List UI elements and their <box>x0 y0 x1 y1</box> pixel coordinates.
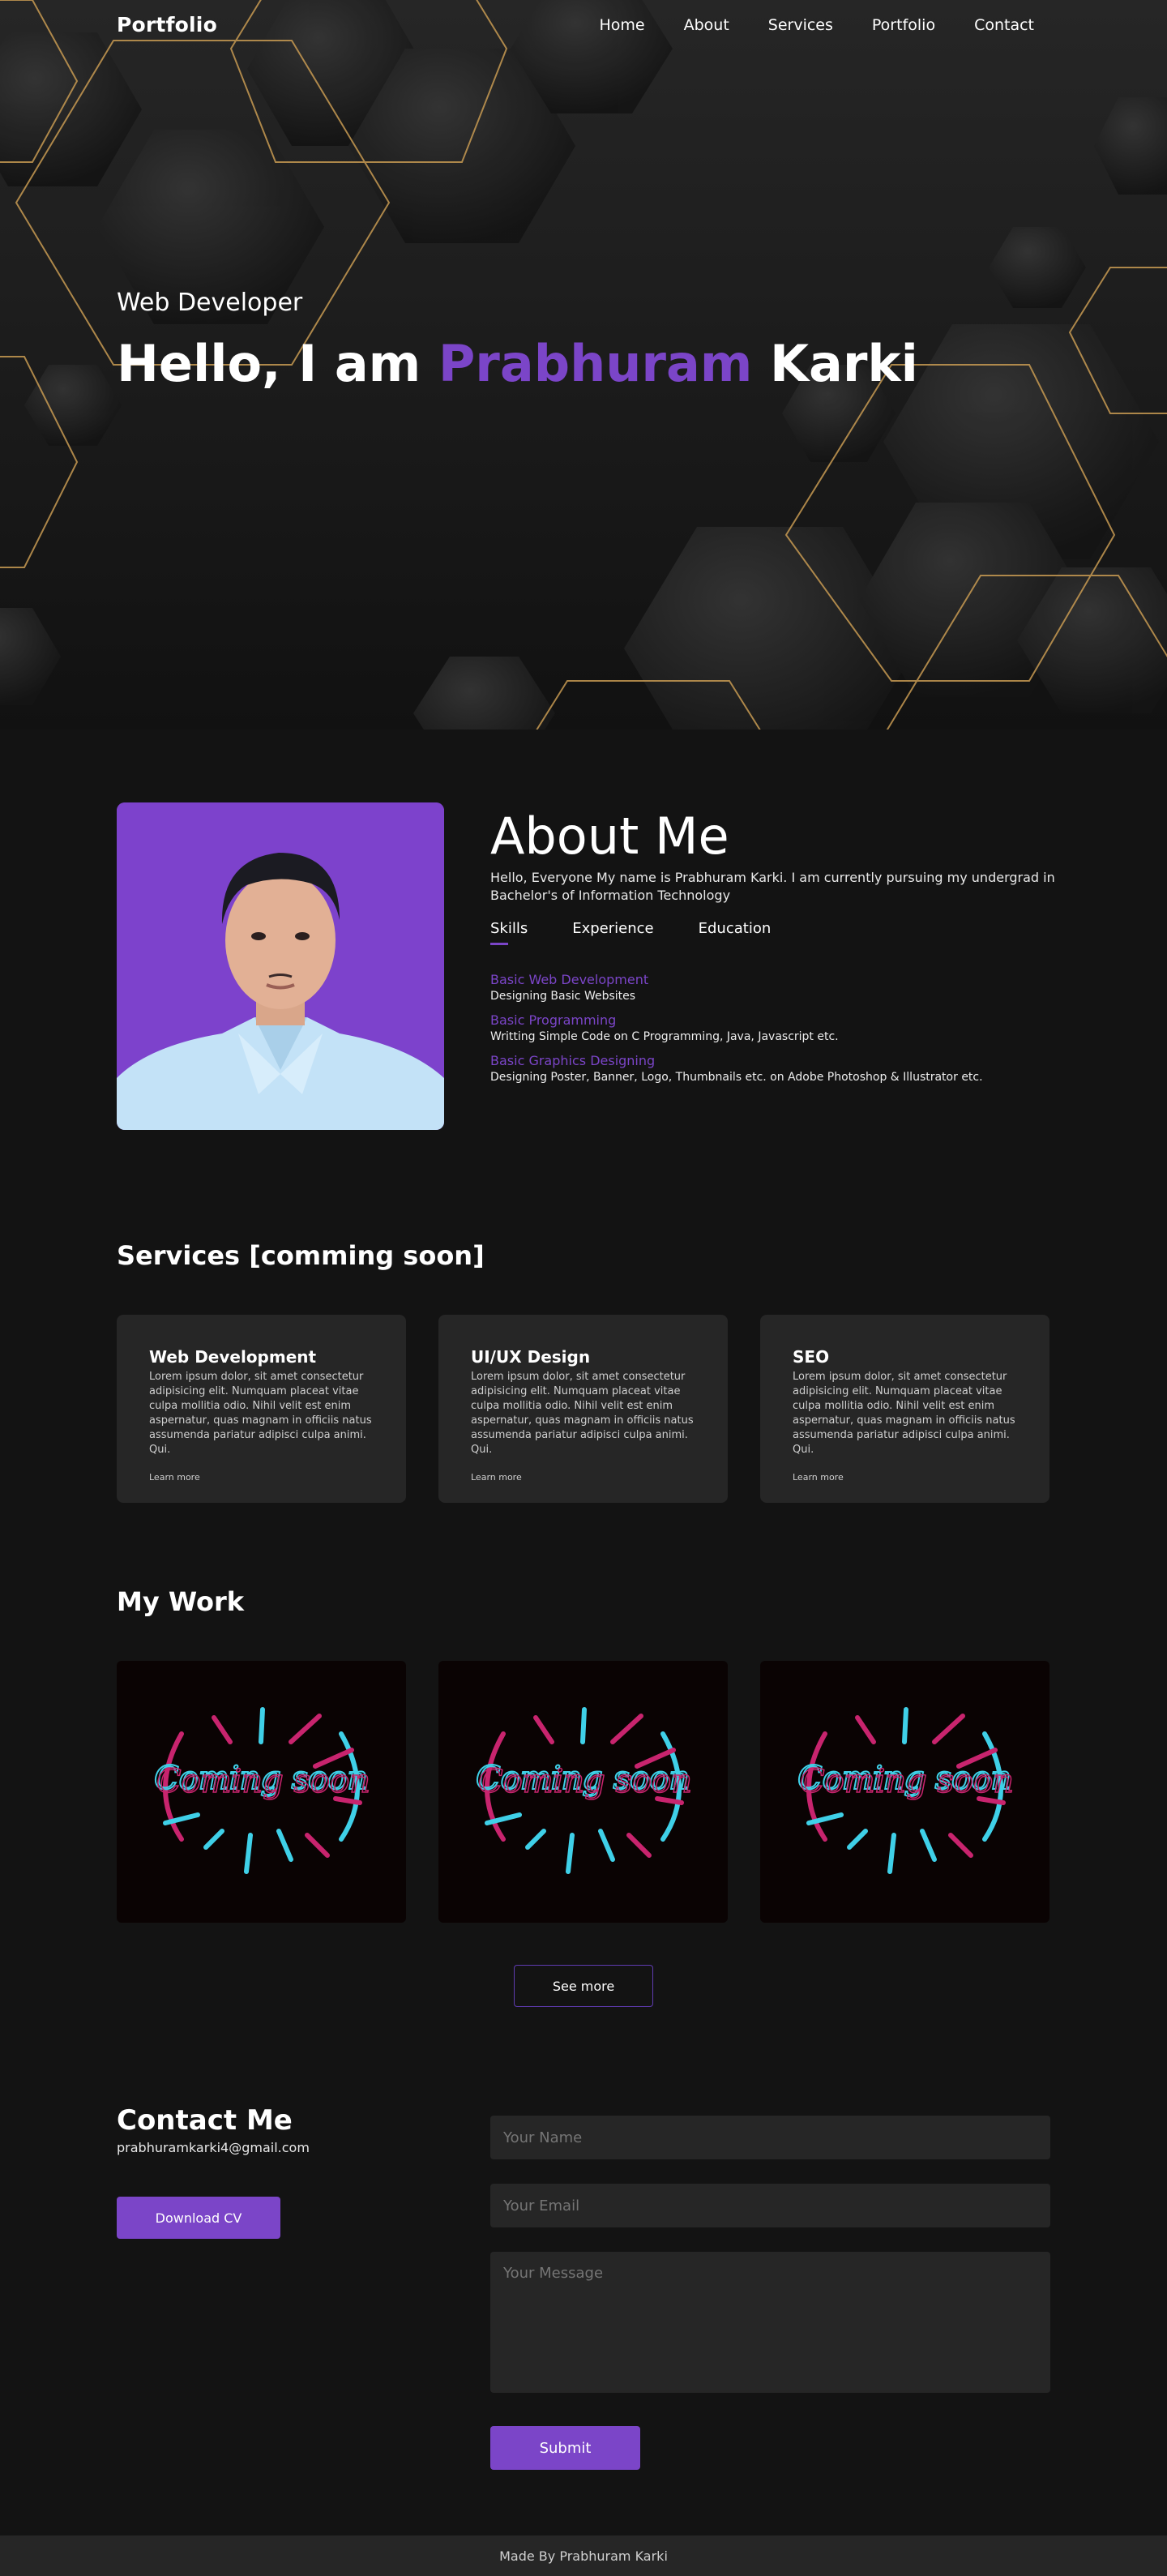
coming-soon-neon-image: Coming soon Coming soon <box>797 1707 1015 1874</box>
coming-soon-text-shadow: Coming soon <box>800 1763 1014 1800</box>
nav-item-portfolio[interactable]: Portfolio <box>872 16 935 34</box>
hero-headline: Hello, I am Prabhuram Karki <box>117 334 918 393</box>
service-description: Lorem ipsum dolor, sit amet consectetur … <box>793 1371 1015 1456</box>
message-textarea[interactable] <box>490 2252 1050 2393</box>
name-input[interactable] <box>490 2116 1050 2159</box>
headline-suffix: Karki <box>752 334 918 393</box>
headline-accent-name: Prabhuram <box>438 334 753 393</box>
profile-photo <box>117 802 444 1130</box>
services-title: Services [comming soon] <box>117 1240 485 1271</box>
top-navigation: Portfolio Home About Services Portfolio … <box>0 0 1167 52</box>
nav-item-services[interactable]: Services <box>768 16 833 34</box>
hero-section: Portfolio Home About Services Portfolio … <box>0 0 1167 730</box>
see-more-button[interactable]: See more <box>514 1965 653 2007</box>
tab-experience[interactable]: Experience <box>572 920 653 937</box>
skill-item: Basic Web Development Designing Basic We… <box>490 971 1139 1003</box>
coming-soon-text-shadow: Coming soon <box>156 1763 370 1800</box>
download-cv-button[interactable]: Download CV <box>117 2197 280 2239</box>
service-card-ui-ux-design: UI/UX Design Lorem ipsum dolor, sit amet… <box>438 1315 728 1503</box>
site-logo[interactable]: Portfolio <box>117 13 217 36</box>
nav-item-home[interactable]: Home <box>599 16 644 34</box>
tab-education[interactable]: Education <box>699 920 772 937</box>
services-cards: Web Development Lorem ipsum dolor, sit a… <box>117 1315 1049 1503</box>
service-description: Lorem ipsum dolor, sit amet consectetur … <box>471 1371 694 1456</box>
contact-email[interactable]: prabhuramkarki4@gmail.com <box>117 2140 310 2155</box>
skill-item: Basic Programming Writting Simple Code o… <box>490 1012 1139 1044</box>
learn-more-link[interactable]: Learn more <box>793 1472 844 1483</box>
nav-item-about[interactable]: About <box>684 16 729 34</box>
nav-item-contact[interactable]: Contact <box>974 16 1034 34</box>
skill-description: Writting Simple Code on C Programming, J… <box>490 1030 839 1043</box>
footer-text: Made By Prabhuram Karki <box>499 2548 668 2564</box>
learn-more-link[interactable]: Learn more <box>149 1472 200 1483</box>
service-card-web-development: Web Development Lorem ipsum dolor, sit a… <box>117 1315 406 1503</box>
page: Portfolio Home About Services Portfolio … <box>0 0 1167 2576</box>
skill-title: Basic Programming <box>490 1012 617 1028</box>
contact-title: Contact Me <box>117 2104 293 2137</box>
coming-soon-text-shadow: Coming soon <box>478 1763 692 1800</box>
coming-soon-neon-image: Coming soon Coming soon <box>475 1707 693 1874</box>
nav-menu: Home About Services Portfolio Contact <box>560 16 1034 34</box>
service-title: UI/UX Design <box>471 1347 591 1367</box>
learn-more-link[interactable]: Learn more <box>471 1472 522 1483</box>
footer: Made By Prabhuram Karki <box>0 2535 1167 2576</box>
work-item[interactable]: Coming soon Coming soon <box>117 1661 406 1923</box>
skill-title: Basic Graphics Designing <box>490 1053 656 1068</box>
work-item[interactable]: Coming soon Coming soon <box>760 1661 1049 1923</box>
service-title: Web Development <box>149 1347 317 1367</box>
about-title: About Me <box>490 807 729 866</box>
service-title: SEO <box>793 1347 830 1367</box>
email-input[interactable] <box>490 2184 1050 2227</box>
skills-list: Basic Web Development Designing Basic We… <box>490 971 1139 1093</box>
skill-item: Basic Graphics Designing Designing Poste… <box>490 1052 1139 1085</box>
skill-description: Designing Poster, Banner, Logo, Thumbnai… <box>490 1071 983 1084</box>
headline-prefix: Hello, I am <box>117 334 438 393</box>
work-gallery: Coming soon Coming soon Coming soon Comi… <box>117 1661 1049 1923</box>
about-tabs: Skills Experience Education <box>490 920 815 945</box>
skill-title: Basic Web Development <box>490 972 649 987</box>
skill-description: Designing Basic Websites <box>490 990 636 1003</box>
profile-portrait <box>117 802 444 1130</box>
service-description: Lorem ipsum dolor, sit amet consectetur … <box>149 1371 372 1456</box>
service-card-seo: SEO Lorem ipsum dolor, sit amet consecte… <box>760 1315 1049 1503</box>
hero-subtitle: Web Developer <box>117 289 303 317</box>
submit-button[interactable]: Submit <box>490 2426 640 2470</box>
tab-skills[interactable]: Skills <box>490 920 528 945</box>
work-item[interactable]: Coming soon Coming soon <box>438 1661 728 1923</box>
about-description: Hello, Everyone My name is Prabhuram Kar… <box>490 870 1055 903</box>
work-title: My Work <box>117 1586 245 1617</box>
coming-soon-neon-image: Coming soon Coming soon <box>153 1707 371 1874</box>
